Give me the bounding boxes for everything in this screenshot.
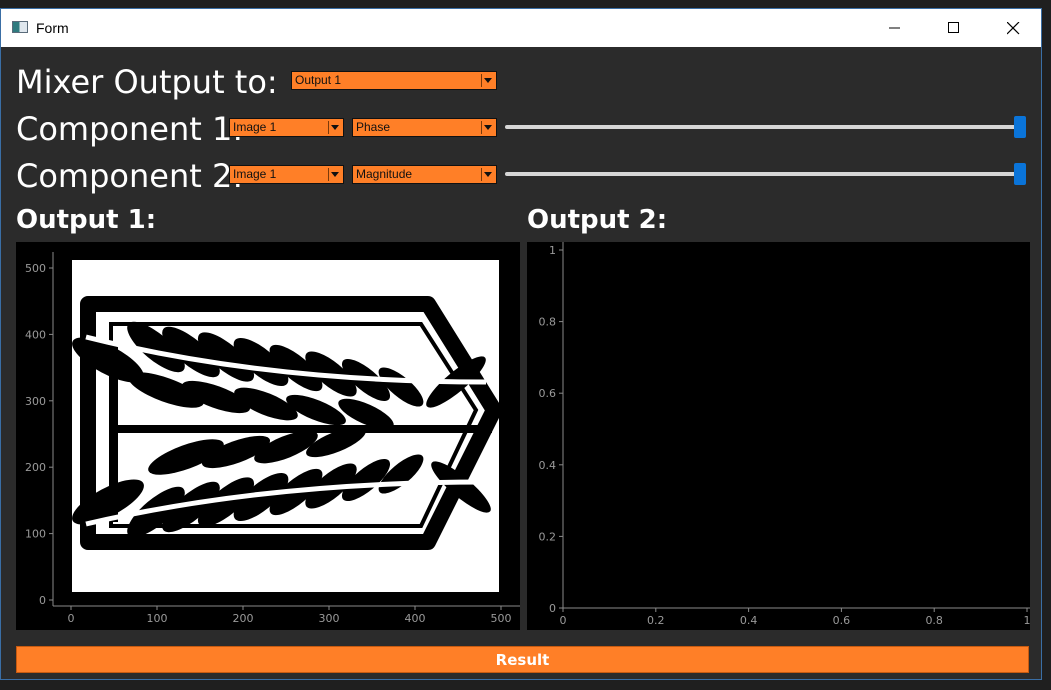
output2-y-tick-label: 0	[549, 602, 556, 615]
output1-plot[interactable]: 0 100 200 300 400 500 0 100 200 300 400 500	[16, 242, 520, 630]
chevron-down-icon	[481, 74, 494, 87]
component1-type-value: Phase	[356, 120, 391, 134]
output2-y-tick-label: 0.2	[539, 530, 557, 543]
output1-title: Output 1:	[16, 205, 157, 235]
output2-y-tick-label: 1	[549, 244, 556, 257]
close-button[interactable]	[990, 9, 1036, 47]
output1-x-tick-label: 500	[491, 612, 512, 625]
output1-y-tick-label: 0	[39, 594, 46, 607]
output2-plot[interactable]: 0 0.2 0.4 0.6 0.8 1 0 0.2 0.4 0.6 0.8 1	[527, 242, 1030, 630]
component2-slider-track[interactable]	[505, 172, 1026, 176]
output2-x-tick-label: 0	[560, 614, 567, 627]
component2-image-select[interactable]: Image 1	[229, 165, 344, 184]
output2-y-tick-label: 0.6	[539, 387, 557, 400]
output1-axes: 0 100 200 300 400 500 0 100 200 300 400 500	[25, 252, 520, 625]
maximize-icon	[948, 22, 959, 33]
output-select[interactable]: Output 1	[291, 71, 497, 90]
output1-x-tick-label: 300	[319, 612, 340, 625]
output2-x-tick-label: 0.4	[740, 614, 758, 627]
maximize-button[interactable]	[931, 9, 977, 47]
output2-y-tick-label: 0.4	[539, 459, 557, 472]
chevron-down-icon	[328, 168, 341, 181]
window-title: Form	[36, 20, 69, 36]
output1-y-tick-label: 400	[25, 328, 46, 341]
output1-y-tick-label: 300	[25, 395, 46, 408]
output1-y-tick-label: 200	[25, 461, 46, 474]
output2-y-tick-label: 0.8	[539, 316, 557, 329]
component1-label: Component 1:	[16, 110, 244, 148]
output2-axes: 0 0.2 0.4 0.6 0.8 1 0 0.2 0.4 0.6 0.8 1	[539, 242, 1031, 627]
output-select-value: Output 1	[295, 73, 342, 87]
output1-x-tick-label: 200	[233, 612, 254, 625]
output1-x-tick-label: 400	[405, 612, 426, 625]
main-window: Form Mixer Output to: Output 1 Component…	[0, 8, 1042, 680]
component2-type-value: Magnitude	[356, 167, 413, 181]
output1-x-tick-label: 100	[147, 612, 168, 625]
emblem-image	[72, 260, 502, 592]
mixer-output-label: Mixer Output to:	[16, 63, 278, 101]
close-icon	[1006, 21, 1019, 34]
output2-x-tick-label: 1	[1024, 614, 1031, 627]
chevron-down-icon	[328, 121, 341, 134]
title-bar: Form	[1, 9, 1041, 47]
app-icon	[12, 21, 28, 33]
output1-x-tick-label: 0	[68, 612, 75, 625]
component1-slider-track[interactable]	[505, 125, 1026, 129]
component1-image-value: Image 1	[233, 120, 277, 134]
component1-type-select[interactable]: Phase	[352, 118, 497, 137]
component2-image-value: Image 1	[233, 167, 277, 181]
output2-x-tick-label: 0.2	[647, 614, 665, 627]
output2-x-tick-label: 0.6	[833, 614, 851, 627]
component1-slider-handle[interactable]	[1014, 116, 1026, 138]
chevron-down-icon	[481, 121, 494, 134]
output2-x-tick-label: 0.8	[925, 614, 943, 627]
minimize-button[interactable]	[872, 9, 918, 47]
output1-y-tick-label: 100	[25, 528, 46, 541]
minimize-icon	[889, 27, 900, 29]
component1-image-select[interactable]: Image 1	[229, 118, 344, 137]
result-button[interactable]: Result	[16, 646, 1029, 673]
output1-y-tick-label: 500	[25, 262, 46, 275]
output2-title: Output 2:	[527, 205, 668, 235]
component2-type-select[interactable]: Magnitude	[352, 165, 497, 184]
component2-label: Component 2:	[16, 157, 244, 195]
component2-slider-handle[interactable]	[1014, 163, 1026, 185]
chevron-down-icon	[481, 168, 494, 181]
